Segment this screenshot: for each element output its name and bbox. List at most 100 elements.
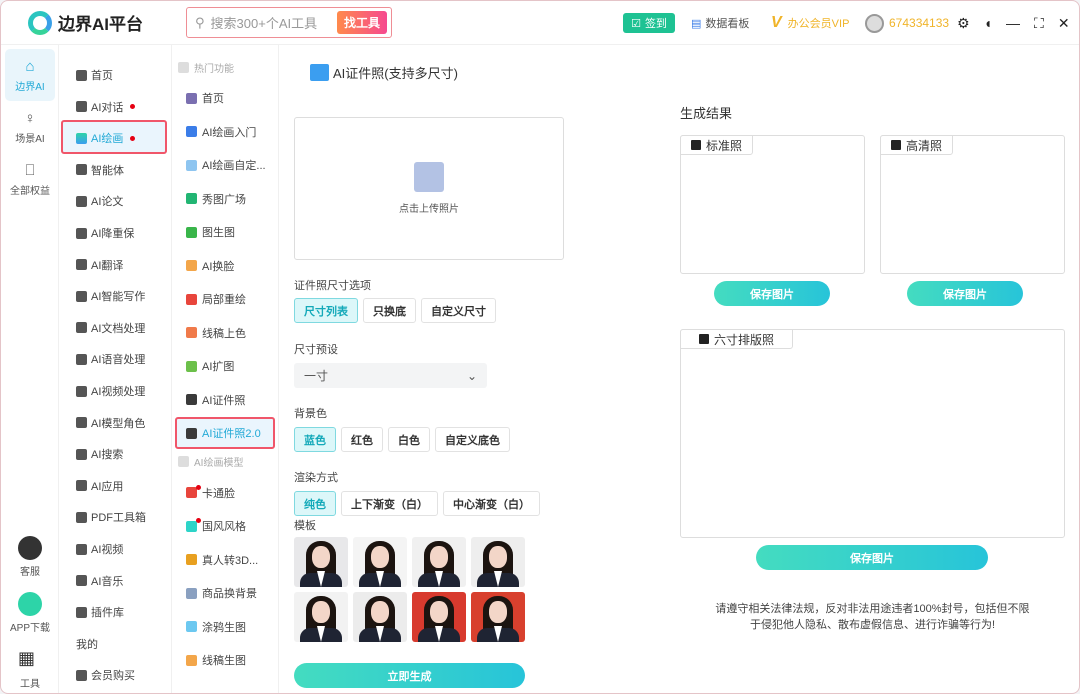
save-standard-button[interactable]: 保存图片 (714, 281, 830, 306)
rail-item-2[interactable]: ⎕ 全部权益 (5, 153, 55, 205)
rail-bottom-label: 客服 (20, 567, 40, 578)
bg_color-option[interactable]: 自定义底色 (435, 427, 510, 452)
size_options-option[interactable]: 尺寸列表 (294, 298, 358, 323)
search-icon: ⚲ (195, 14, 205, 30)
nav-feature-item[interactable]: 国风风格 (186, 515, 246, 537)
nav-item[interactable]: AI对话 (76, 96, 136, 118)
render-option[interactable]: 上下渐变（白） (341, 491, 438, 516)
nav-feature-item[interactable]: 卡通脸 (186, 482, 235, 504)
nav-feature-item[interactable]: 涂鸦生图 (186, 616, 246, 638)
template-thumbnail[interactable] (471, 537, 525, 587)
template-thumbnail[interactable] (353, 537, 407, 587)
new-dot (130, 104, 136, 110)
nav-feature-item[interactable]: AI证件照2.0 (186, 422, 261, 444)
nav-item[interactable]: AI文档处理 (76, 317, 145, 339)
nav-feature-item[interactable]: 商品换背景 (186, 582, 257, 604)
nav-item[interactable]: AI应用 (76, 475, 123, 497)
nav-item[interactable]: AI音乐 (76, 570, 123, 592)
nav-item[interactable]: AI智能写作 (76, 285, 145, 307)
nav-item[interactable]: 插件库 (76, 601, 124, 623)
nav-feature-item[interactable]: 线稿生图 (186, 649, 246, 671)
vip-icon: V (771, 14, 782, 31)
nav-item[interactable]: AI模型角色 (76, 412, 145, 434)
find-tool-button[interactable]: 找工具 (337, 11, 387, 34)
bg_color-option[interactable]: 白色 (388, 427, 430, 452)
chevron-down-icon: ⌄ (466, 368, 477, 383)
dashboard-button[interactable]: ▤ 数据看板 (691, 1, 749, 45)
nav-item[interactable]: AI视频 (76, 538, 123, 560)
render-option[interactable]: 中心渐变（白） (443, 491, 540, 516)
size-options: 尺寸列表 只换底 自定义尺寸 (294, 298, 496, 323)
theme-icon[interactable]: ◖ (984, 15, 992, 31)
rail-item-1[interactable]: ♀ 场景AI (5, 101, 55, 153)
new-dot (196, 518, 201, 523)
render-option[interactable]: 纯色 (294, 491, 336, 516)
gear-icon[interactable]: ⚙ (957, 15, 970, 32)
nav-item-label: AI智能写作 (91, 291, 146, 304)
close-icon[interactable]: ✕ (1058, 15, 1070, 32)
search-box[interactable]: ⚲ 搜索300+个AI工具 找工具 (186, 7, 392, 38)
chart-icon: ▤ (691, 17, 702, 30)
nav-feature-item[interactable]: AI绘画自定... (186, 154, 266, 176)
translate-icon (76, 259, 87, 271)
size_options-option[interactable]: 自定义尺寸 (421, 298, 496, 323)
search-input[interactable]: 搜索300+个AI工具 (211, 13, 318, 32)
template-thumbnail[interactable] (294, 592, 348, 642)
nav-item[interactable]: AI降重保 (76, 222, 134, 244)
notice-line-1: 请遵守相关法律法规，反对非法用途违者100%封号，包括但不限 (715, 603, 1030, 615)
template-thumbnail[interactable] (412, 592, 466, 642)
nav-feature-label: 线稿生图 (202, 655, 246, 667)
bg_color-option[interactable]: 红色 (341, 427, 383, 452)
nav-item[interactable]: 首页 (76, 64, 113, 86)
nav-item[interactable]: AI绘画 (76, 127, 136, 149)
nav-item[interactable]: AI视频处理 (76, 380, 145, 402)
rail-bottom-0[interactable]: 客服 (5, 531, 55, 583)
save-hd-button[interactable]: 保存图片 (907, 281, 1023, 306)
notice-line-2: 于侵犯他人隐私、散布虚假信息、进行诈骗等行为! (749, 619, 996, 631)
generate-button[interactable]: 立即生成 (294, 663, 525, 688)
vip-button[interactable]: V 办公会员VIP (771, 1, 849, 45)
nav-item[interactable]: 我的 (76, 633, 98, 655)
user-id: 674334133 (889, 16, 950, 30)
nav-feature-item[interactable]: AI证件照 (186, 389, 245, 411)
nav-item[interactable]: 会员购买 (76, 664, 135, 686)
template-thumbnail[interactable] (412, 537, 466, 587)
nav-item[interactable]: AI语音处理 (76, 348, 145, 370)
rail-bottom-2[interactable]: ▦ 工具 (5, 643, 55, 693)
user-button[interactable]: 674334133 (865, 1, 949, 45)
nav-item[interactable]: AI翻译 (76, 254, 123, 276)
nav-feature-item[interactable]: 线稿上色 (186, 322, 246, 344)
template-thumbnail[interactable] (353, 592, 407, 642)
nav-feature-item[interactable]: AI换脸 (186, 255, 234, 277)
logo[interactable]: 边界AI平台 (28, 10, 143, 35)
nav-item[interactable]: PDF工具箱 (76, 506, 146, 528)
bg_color-option[interactable]: 蓝色 (294, 427, 336, 452)
minimize-icon[interactable]: — (1006, 15, 1020, 31)
rail-bottom-1[interactable]: APP下载 (5, 587, 55, 639)
upload-area[interactable]: 点击上传照片 (294, 117, 564, 260)
rail-item-0[interactable]: ⌂ 边界AI (5, 49, 55, 101)
save-six-inch-button[interactable]: 保存图片 (756, 545, 988, 570)
sign-in-button[interactable]: ☑ 签到 (623, 13, 675, 33)
portrait-face (489, 601, 507, 623)
nav-feature-item[interactable]: AI绘画入门 (186, 121, 256, 143)
nav-item[interactable]: AI搜索 (76, 443, 123, 465)
fullscreen-icon[interactable]: ⛶ (1034, 15, 1044, 32)
nav-feature-item[interactable]: 首页 (186, 87, 224, 109)
nav-feature-item[interactable]: 秀图广场 (186, 188, 246, 210)
template-thumbnail[interactable] (294, 537, 348, 587)
nav-feature-item[interactable]: 图生图 (186, 221, 235, 243)
nav-feature-item[interactable]: AI扩图 (186, 355, 234, 377)
size-preset-select[interactable]: 一寸 ⌄ (294, 363, 487, 388)
palette-icon (76, 132, 87, 144)
nav-item[interactable]: 智能体 (76, 159, 124, 181)
section-label: 热门功能 (194, 63, 234, 75)
nav-item[interactable]: AI论文 (76, 190, 123, 212)
top-bar: 边界AI平台 ⚲ 搜索300+个AI工具 找工具 ☑ 签到 ▤ 数据看板 V 办公会员… (1, 1, 1079, 45)
nav-feature-item[interactable]: 真人转3D... (186, 549, 258, 571)
main-panel: AI证件照(支持多尺寸) 点击上传照片 证件照尺寸选项 尺寸列表 只换底 自定义尺寸… (280, 45, 1079, 693)
nav-feature-item[interactable]: 局部重绘 (186, 288, 246, 310)
template-thumbnail[interactable] (471, 592, 525, 642)
nav-feature-label: 涂鸦生图 (202, 621, 246, 634)
size_options-option[interactable]: 只换底 (363, 298, 416, 323)
